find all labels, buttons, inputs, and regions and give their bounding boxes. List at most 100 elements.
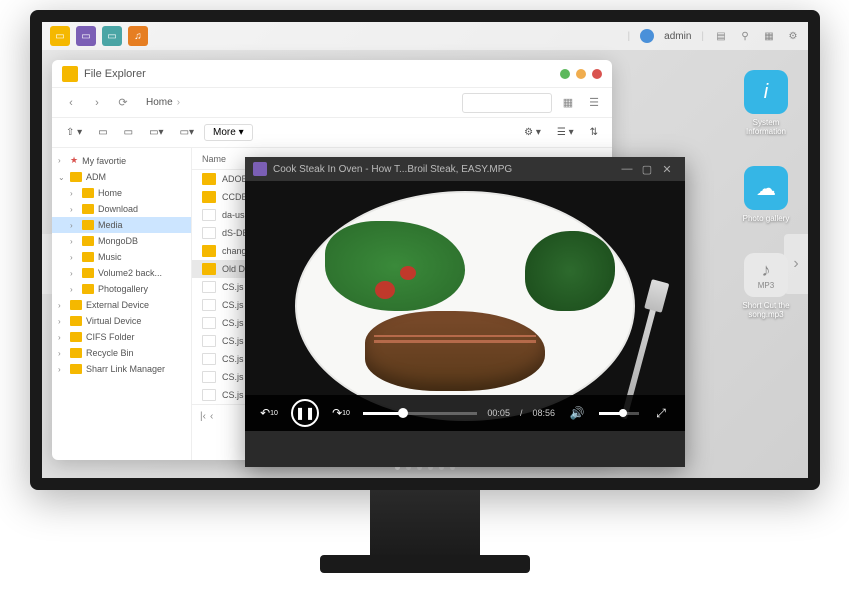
nav-forward-button[interactable]: ›	[86, 92, 108, 114]
folder-icon	[82, 284, 94, 294]
folder-icon	[202, 245, 216, 257]
sidebar-item-label: Photogallery	[98, 284, 148, 294]
breadcrumb[interactable]: Home ›	[138, 97, 458, 108]
file-name: CS.js	[222, 300, 244, 310]
nav-back-button[interactable]: ‹	[60, 92, 82, 114]
file-name: CS.js	[222, 372, 244, 382]
window-maximize-button[interactable]	[576, 69, 586, 79]
folder-icon	[70, 316, 82, 326]
menu-icon[interactable]: ☰	[584, 93, 604, 113]
sidebar-item-cifs-folder[interactable]: ›CIFS Folder	[52, 329, 191, 345]
player-titlebar[interactable]: Cook Steak In Oven - How T...Broil Steak…	[245, 157, 685, 181]
pager-first[interactable]: |‹	[200, 411, 206, 422]
file-icon	[202, 209, 216, 221]
player-maximize-button[interactable]: ▢	[637, 159, 657, 179]
user-name[interactable]: admin	[664, 31, 691, 42]
sort-button[interactable]: ⇅	[584, 123, 604, 143]
separator: |	[628, 31, 631, 42]
search-icon[interactable]: ⚲	[738, 29, 752, 43]
nav-refresh-button[interactable]: ⟳	[112, 92, 134, 114]
sidebar-item-label: MongoDB	[98, 236, 138, 246]
folder-icon	[202, 263, 216, 275]
messages-icon[interactable]: ▤	[714, 29, 728, 43]
copy-button[interactable]: ▭▾	[143, 123, 169, 143]
sidebar-item-external-device[interactable]: ›External Device	[52, 297, 191, 313]
sidebar-item-label: Media	[98, 220, 123, 230]
file-name: CS.js	[222, 354, 244, 364]
sidebar-item-adm[interactable]: ⌄ADM	[52, 169, 191, 185]
window-titlebar[interactable]: File Explorer	[52, 60, 612, 88]
sidebar-item-sharr-link-manager[interactable]: › Sharr Link Manager	[52, 361, 191, 377]
pager-prev[interactable]: ‹	[210, 411, 213, 422]
sidebar-item-mongodb[interactable]: ›MongoDB	[52, 233, 191, 249]
volume-slider[interactable]	[599, 412, 639, 415]
file-name: CS.js	[222, 336, 244, 346]
volume-icon[interactable]: 🔊	[565, 401, 589, 425]
taskbar-audio-icon[interactable]: ♫	[128, 26, 148, 46]
file-name: CS.js	[222, 318, 244, 328]
file-icon	[202, 281, 216, 293]
time-current: 00:05	[487, 408, 510, 418]
desktop-icon-system-info[interactable]: i System Information	[736, 70, 796, 136]
sidebar-item-my-favortie[interactable]: ›★My favortie	[52, 152, 191, 169]
expand-chevron-icon: ›	[70, 253, 78, 262]
folder-icon	[82, 220, 94, 230]
sidebar-item-recycle-bin[interactable]: ›Recycle Bin	[52, 345, 191, 361]
skip-forward-button[interactable]: ↷10	[329, 401, 353, 425]
desktop-icon-mp3-shortcut[interactable]: ♪ MP3 Short Cut the song.mp3	[736, 253, 796, 319]
user-avatar-icon[interactable]	[640, 29, 654, 43]
new-file-button[interactable]: ▭	[118, 123, 139, 143]
fullscreen-button[interactable]: ⤢	[649, 401, 673, 425]
file-icon	[202, 371, 216, 383]
sidebar-item-download[interactable]: ›Download	[52, 201, 191, 217]
sidebar-item-media[interactable]: ›Media	[52, 217, 191, 233]
upload-button[interactable]: ⇧ ▾	[60, 123, 88, 143]
view-settings-button[interactable]: ⚙ ▾	[518, 123, 547, 143]
dashboard-icon[interactable]: ▦	[762, 29, 776, 43]
sidebar-item-label: CIFS Folder	[86, 332, 135, 342]
file-icon	[202, 299, 216, 311]
window-title: File Explorer	[84, 68, 560, 80]
info-icon: i	[744, 70, 788, 114]
grid-view-icon[interactable]: ▦	[558, 93, 578, 113]
sidebar-item-label: Sharr Link Manager	[86, 364, 165, 374]
window-close-button[interactable]	[592, 69, 602, 79]
move-button[interactable]: ▭▾	[174, 123, 200, 143]
skip-back-button[interactable]: ↶10	[257, 401, 281, 425]
system-topbar: ▭ ▭ ▭ ♫ | admin | ▤ ⚲ ▦ ⚙	[42, 22, 808, 50]
video-player-window: Cook Steak In Oven - How T...Broil Steak…	[245, 157, 685, 467]
video-frame[interactable]: ↶10 ❚❚ ↷10 00:05 / 08:56 🔊	[245, 181, 685, 431]
taskbar-player-icon[interactable]: ▭	[76, 26, 96, 46]
folder-icon	[82, 188, 94, 198]
expand-chevron-icon: ›	[70, 189, 78, 198]
cloud-icon: ☁	[744, 166, 788, 210]
taskbar-photo-icon[interactable]: ▭	[102, 26, 122, 46]
settings-icon[interactable]: ⚙	[786, 29, 800, 43]
sidebar-item-volume2-back-[interactable]: ›Volume2 back...	[52, 265, 191, 281]
sidebar-item-music[interactable]: ›Music	[52, 249, 191, 265]
progress-bar[interactable]	[363, 412, 477, 415]
sidebar-item-label: Recycle Bin	[86, 348, 134, 358]
sidebar-item-photogallery[interactable]: › Photogallery	[52, 281, 191, 297]
sidebar-item-home[interactable]: ›Home	[52, 185, 191, 201]
search-input[interactable]	[462, 93, 552, 113]
taskbar-explorer-icon[interactable]: ▭	[50, 26, 70, 46]
expand-chevron-icon: ›	[70, 285, 78, 294]
sidebar-item-virtual-device[interactable]: ›Virtual Device	[52, 313, 191, 329]
new-folder-button[interactable]: ▭	[92, 123, 113, 143]
file-name: CS.js	[222, 282, 244, 292]
expand-chevron-icon: ›	[58, 365, 66, 374]
player-minimize-button[interactable]: —	[617, 159, 637, 179]
file-icon	[202, 335, 216, 347]
player-close-button[interactable]: ✕	[657, 159, 677, 179]
sidebar-tree: ›★My favortie⌄ADM›Home›Download›Media›Mo…	[52, 148, 192, 460]
desktop-icon-photo-gallery[interactable]: ☁ Photo gallery	[743, 166, 790, 223]
folder-icon	[70, 364, 82, 374]
list-view-button[interactable]: ☰ ▾	[551, 123, 580, 143]
more-button[interactable]: More ▾	[204, 124, 253, 141]
window-minimize-button[interactable]	[560, 69, 570, 79]
play-pause-button[interactable]: ❚❚	[291, 399, 319, 427]
folder-icon	[202, 191, 216, 203]
sidebar-item-label: ADM	[86, 172, 106, 182]
sidebar-item-label: Download	[98, 204, 138, 214]
